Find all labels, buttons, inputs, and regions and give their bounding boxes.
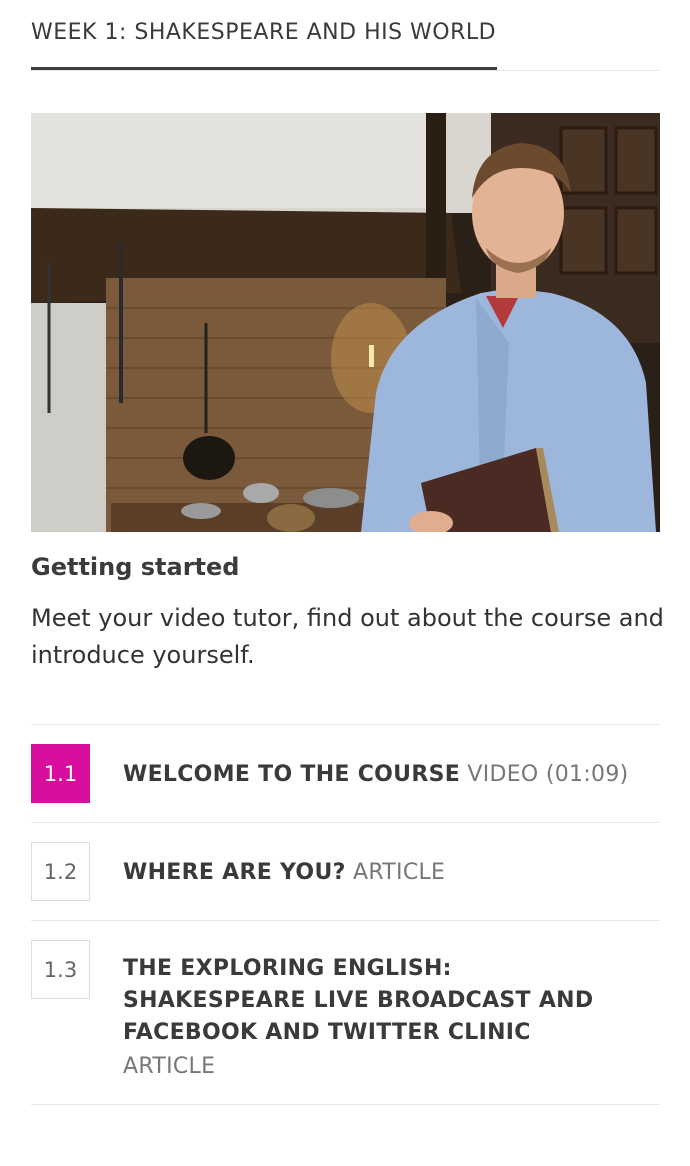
video-thumbnail[interactable] — [31, 113, 660, 532]
step-text: THE EXPLORING ENGLISH: SHAKESPEARE LIVE … — [123, 953, 633, 1083]
step-number-badge: 1.2 — [31, 842, 90, 901]
activity-description: Meet your video tutor, find out about th… — [31, 604, 664, 669]
step-title: WHERE ARE YOU? — [123, 860, 346, 885]
step-item-1-2[interactable]: 1.2 WHERE ARE YOU? ARTICLE — [31, 822, 660, 920]
course-week-page: WEEK 1: SHAKESPEARE AND HIS WORLD Gettin… — [0, 0, 690, 1166]
step-type: VIDEO — [467, 762, 539, 787]
step-text: WELCOME TO THE COURSE VIDEO (01:09) — [123, 759, 633, 791]
activity-title: Getting started — [31, 553, 240, 581]
week-title[interactable]: WEEK 1: SHAKESPEARE AND HIS WORLD — [31, 20, 496, 45]
step-title: THE EXPLORING ENGLISH: SHAKESPEARE LIVE … — [123, 956, 594, 1045]
step-number-badge: 1.1 — [31, 744, 90, 803]
step-duration: (01:09) — [545, 762, 629, 787]
step-type: ARTICLE — [123, 1054, 216, 1079]
step-list: 1.1 WELCOME TO THE COURSE VIDEO (01:09) … — [31, 724, 660, 1105]
step-item-1-1[interactable]: 1.1 WELCOME TO THE COURSE VIDEO (01:09) — [31, 724, 660, 822]
step-item-1-3[interactable]: 1.3 THE EXPLORING ENGLISH: SHAKESPEARE L… — [31, 920, 660, 1105]
week-title-underline — [31, 67, 497, 70]
step-title: WELCOME TO THE COURSE — [123, 762, 461, 787]
video-thumbnail-image — [31, 113, 660, 532]
week-header: WEEK 1: SHAKESPEARE AND HIS WORLD — [31, 0, 660, 71]
step-text: WHERE ARE YOU? ARTICLE — [123, 857, 633, 889]
step-number-badge: 1.3 — [31, 940, 90, 999]
step-type: ARTICLE — [352, 860, 446, 885]
